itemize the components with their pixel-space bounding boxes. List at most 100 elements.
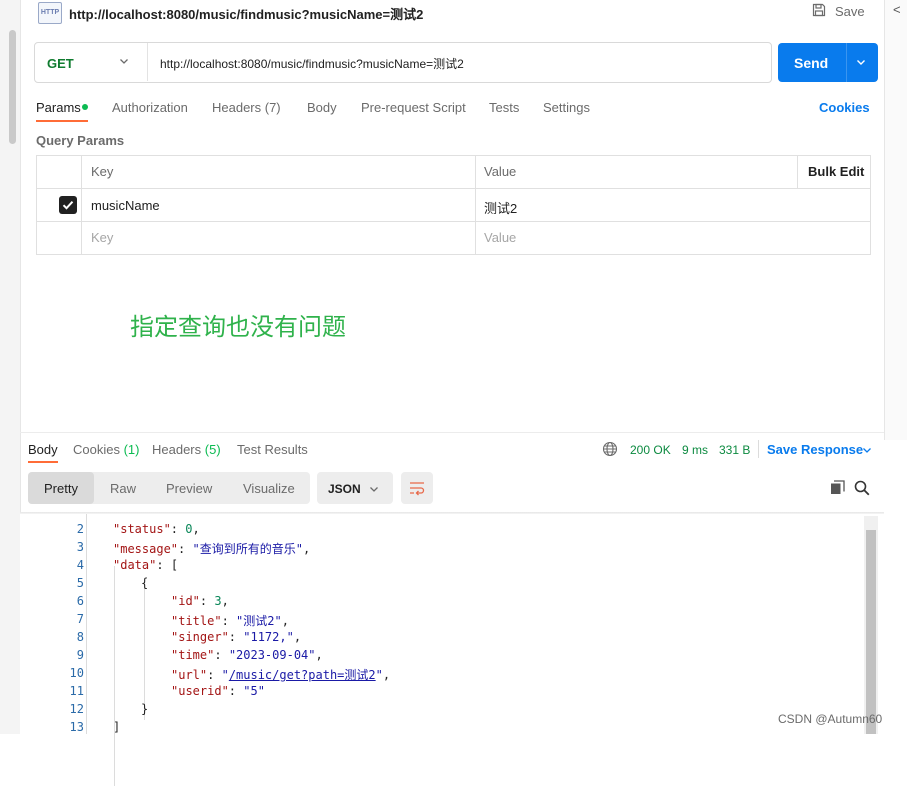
view-mode-visualize[interactable]: Visualize [243,481,295,496]
tab-pre-request-script[interactable]: Pre-request Script [361,100,466,115]
request-title[interactable]: http://localhost:8080/music/findmusic?mu… [69,4,423,23]
code-scrollbar-thumb[interactable] [866,530,876,734]
globe-icon[interactable] [602,441,618,457]
tab-settings[interactable]: Settings [543,100,590,115]
search-icon[interactable] [854,480,870,496]
params-active-dot [82,104,88,110]
response-tab-cookies[interactable]: Cookies (1) [73,442,139,457]
new-param-value-input[interactable]: Value [484,230,516,245]
code-line: "status": 0, [113,522,200,536]
watermark: CSDN @Autumn60 [778,712,883,726]
table-divider [36,188,870,189]
json-value: "5" [243,684,265,698]
response-tab-cookies-label: Cookies [73,442,120,457]
column-header-key: Key [91,164,114,179]
save-response-button[interactable]: Save Response [767,442,863,457]
send-divider [846,43,847,82]
code-line: "time": "2023-09-04", [171,648,323,662]
response-tab-test-results[interactable]: Test Results [237,442,308,457]
json-link[interactable]: /music/get?path=测试2 [229,668,376,682]
tab-authorization[interactable]: Authorization [112,100,188,115]
save-icon[interactable] [812,3,826,17]
json-colon: : [207,668,222,682]
wrap-lines-icon[interactable] [408,479,426,497]
line-number: 10 [69,666,84,680]
json-key: "id" [171,594,200,608]
json-key: "message" [113,542,179,556]
json-colon: : [214,648,229,662]
cookies-link[interactable]: Cookies [819,100,870,115]
response-tab-body[interactable]: Body [28,442,58,457]
line-number: 4 [76,558,84,572]
json-punct: , [221,594,229,608]
left-scrollbar-thumb[interactable] [9,30,16,144]
line-number: 6 [76,594,84,608]
code-line: "data": [ [113,558,178,572]
code-bracket: ] [113,720,121,734]
checkbox-checked-icon[interactable] [59,196,77,214]
chevron-down-icon[interactable] [119,56,129,66]
json-key: "title" [171,614,222,628]
indent-guide [114,566,115,786]
view-mode-raw[interactable]: Raw [110,481,136,496]
json-key: "time" [171,648,215,662]
save-button[interactable]: Save [835,4,865,19]
code-line: "userid": "5" [171,684,265,698]
response-tab-headers[interactable]: Headers (5) [152,442,221,457]
response-size[interactable]: 331 B [719,443,750,457]
json-value: "1172," [243,630,294,644]
chevron-down-icon[interactable] [862,445,872,455]
tab-headers[interactable]: Headers (7) [212,100,281,115]
tab-underline [28,461,58,463]
json-colon: : [228,630,244,644]
json-punct: , [302,542,311,556]
json-key: "userid" [171,684,229,698]
view-mode-preview[interactable]: Preview [166,481,212,496]
response-time[interactable]: 9 ms [682,443,708,457]
copy-icon[interactable] [830,480,845,495]
method-select[interactable]: GET [47,56,74,71]
json-colon: : [156,558,171,572]
meta-divider [758,440,759,458]
headers-count: (5) [204,442,221,457]
json-value: "查询到所有的音乐" [192,542,303,556]
tab-body[interactable]: Body [307,100,337,115]
tab-tests[interactable]: Tests [489,100,519,115]
json-punct: , [293,630,302,644]
param-value-cell[interactable]: 测试2 [484,198,517,217]
chevron-down-icon[interactable] [856,57,866,67]
code-line: "id": 3, [171,594,229,608]
format-select-label[interactable]: JSON [328,482,361,496]
code-line: "url": "/music/get?path=测试2", [171,666,390,683]
table-divider [36,221,870,222]
line-number: 2 [76,522,84,536]
response-divider [20,432,884,433]
send-label[interactable]: Send [794,55,828,71]
line-number: 8 [76,630,84,644]
view-mode-pretty[interactable]: Pretty [44,481,78,496]
param-key-cell[interactable]: musicName [91,198,160,213]
http-icon: HTTP [38,2,62,24]
url-input[interactable] [160,55,760,71]
status-badge[interactable]: 200 OK [630,443,671,457]
indent-guide [86,514,87,734]
column-divider [81,155,82,254]
json-key: "singer" [171,630,229,644]
indent-guide [144,584,145,720]
tab-params[interactable]: Params [36,100,81,115]
line-number: 9 [76,648,84,662]
collapse-right-icon[interactable]: < [893,2,901,17]
code-line: ] [113,720,120,734]
new-param-key-input[interactable]: Key [91,230,113,245]
chevron-down-icon[interactable] [369,484,379,494]
json-value: "测试2" [236,614,282,628]
line-number: 11 [69,684,84,698]
bulk-edit-button[interactable]: Bulk Edit [808,164,864,179]
right-panel-edge [884,0,907,440]
column-divider [797,155,798,188]
annotation-text: 指定查询也没有问题 [130,313,346,341]
params-table [36,155,871,255]
json-punct: , [382,668,391,682]
json-punct: , [192,522,200,536]
response-code-view[interactable]: 2 "status": 0, 3 "message": "查询到所有的音乐", 4 "da… [20,514,884,786]
